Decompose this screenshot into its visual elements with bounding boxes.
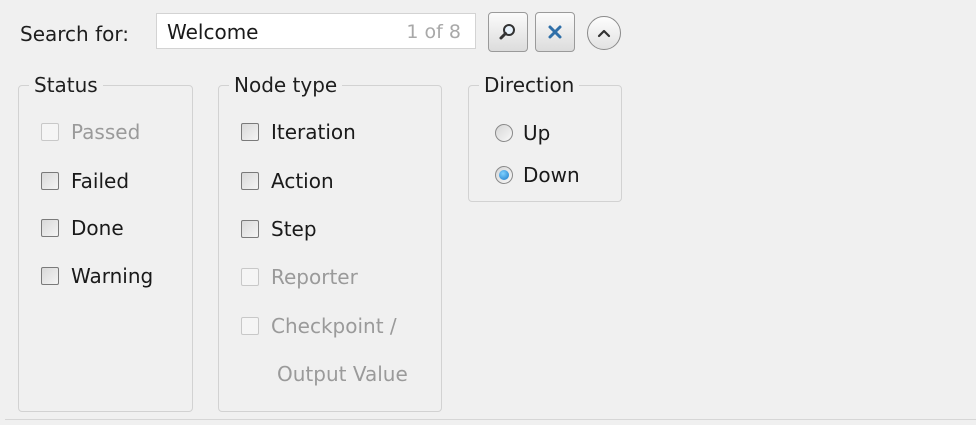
direction-up-label[interactable]: Up bbox=[523, 120, 550, 146]
node-step-checkbox[interactable] bbox=[241, 220, 259, 238]
status-done-label[interactable]: Done bbox=[71, 215, 124, 241]
magnifier-icon bbox=[499, 24, 515, 40]
node-checkpoint-option: Checkpoint / bbox=[241, 313, 397, 339]
close-x-icon bbox=[548, 25, 562, 39]
search-label: Search for: bbox=[20, 22, 129, 46]
status-legend: Status bbox=[29, 72, 103, 98]
node-action-checkbox[interactable] bbox=[241, 172, 259, 190]
status-done-option[interactable]: Done bbox=[41, 215, 124, 241]
node-step-label[interactable]: Step bbox=[271, 216, 317, 242]
direction-group: Direction Up Down bbox=[468, 72, 622, 202]
node-step-option[interactable]: Step bbox=[241, 216, 317, 242]
status-warning-option[interactable]: Warning bbox=[41, 263, 153, 289]
node-iteration-option[interactable]: Iteration bbox=[241, 119, 356, 145]
direction-down-label[interactable]: Down bbox=[523, 162, 580, 188]
status-group: Status Passed Failed Done Warning bbox=[18, 72, 193, 412]
collapse-button[interactable] bbox=[587, 16, 621, 50]
search-field[interactable]: 1 of 8 bbox=[156, 13, 476, 49]
node-checkpoint-label: Checkpoint / bbox=[271, 314, 397, 338]
direction-up-radio[interactable] bbox=[495, 124, 513, 142]
match-count: 1 of 8 bbox=[406, 21, 461, 43]
search-input[interactable] bbox=[167, 19, 387, 45]
node-iteration-checkbox[interactable] bbox=[241, 123, 259, 141]
node-type-legend: Node type bbox=[229, 72, 343, 98]
search-button[interactable] bbox=[488, 12, 528, 52]
direction-up-option[interactable]: Up bbox=[495, 120, 550, 146]
status-failed-label[interactable]: Failed bbox=[71, 168, 129, 194]
node-iteration-label[interactable]: Iteration bbox=[271, 119, 356, 145]
node-reporter-checkbox bbox=[241, 268, 259, 286]
status-passed-label: Passed bbox=[71, 120, 141, 144]
node-type-group: Node type Iteration Action Step Reporter… bbox=[218, 72, 442, 412]
status-passed-checkbox bbox=[41, 123, 59, 141]
status-warning-label[interactable]: Warning bbox=[71, 263, 153, 289]
status-passed-option: Passed bbox=[41, 119, 140, 145]
status-warning-checkbox[interactable] bbox=[41, 267, 59, 285]
node-checkpoint-checkbox bbox=[241, 317, 259, 335]
node-reporter-label: Reporter bbox=[271, 265, 358, 289]
node-checkpoint-label-line2: Output Value bbox=[277, 362, 408, 386]
status-failed-checkbox[interactable] bbox=[41, 172, 59, 190]
node-action-option[interactable]: Action bbox=[241, 168, 334, 194]
clear-button[interactable] bbox=[535, 12, 575, 52]
status-failed-option[interactable]: Failed bbox=[41, 168, 129, 194]
chevron-up-icon bbox=[597, 29, 611, 38]
direction-down-radio[interactable] bbox=[495, 166, 513, 184]
direction-legend: Direction bbox=[479, 72, 580, 98]
direction-down-option[interactable]: Down bbox=[495, 162, 580, 188]
node-reporter-option: Reporter bbox=[241, 264, 358, 290]
node-action-label[interactable]: Action bbox=[271, 168, 334, 194]
status-done-checkbox[interactable] bbox=[41, 219, 59, 237]
